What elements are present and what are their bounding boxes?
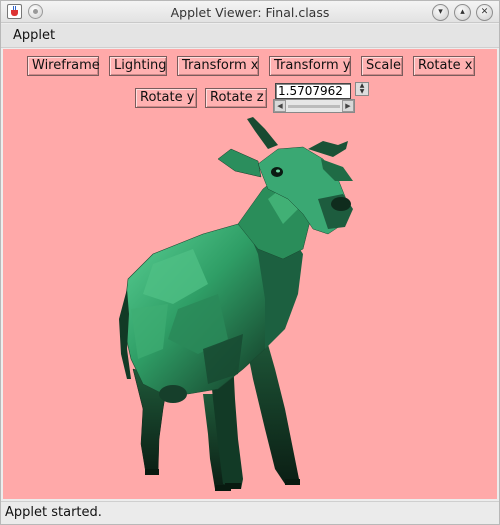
window-controls: ▾ ▴ ✕ [432, 4, 493, 21]
title-bar[interactable]: Applet Viewer: Final.class ▾ ▴ ✕ [1, 1, 499, 23]
minimize-button[interactable]: ▾ [432, 4, 449, 21]
maximize-button[interactable]: ▴ [454, 4, 471, 21]
cow-3d-model [119, 117, 353, 491]
applet-canvas[interactable]: Wireframe Lighting Transform x Transform… [3, 49, 497, 499]
status-bar: Applet started. [1, 501, 499, 524]
window-title: Applet Viewer: Final.class [170, 5, 330, 20]
close-button[interactable]: ✕ [476, 4, 493, 21]
menu-bar: Applet [1, 24, 499, 48]
status-text: Applet started. [5, 505, 102, 520]
menu-applet[interactable]: Applet [13, 28, 55, 43]
applet-viewer-window: Applet Viewer: Final.class ▾ ▴ ✕ Applet … [0, 0, 500, 525]
